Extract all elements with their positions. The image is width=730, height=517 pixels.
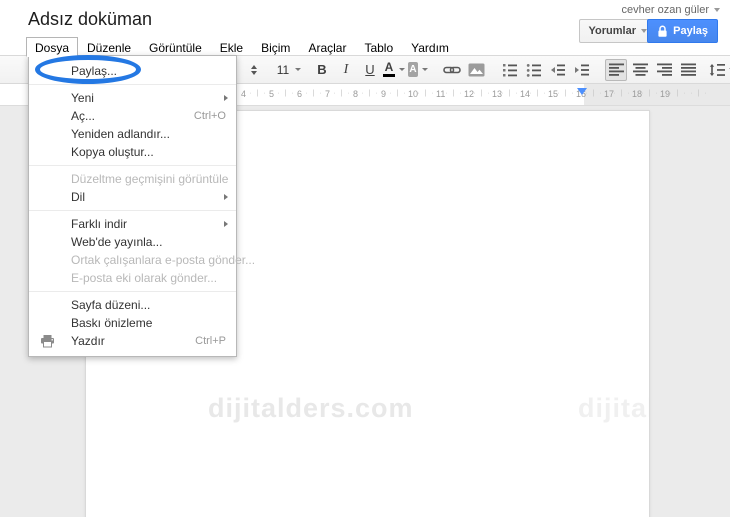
menubar-item-goruntule[interactable]: Görüntüle [140,37,211,59]
bold-button[interactable]: B [311,59,333,81]
menubar-item-tablo[interactable]: Tablo [355,37,402,59]
menu-item-shortcut: Ctrl+O [193,110,226,122]
toolbar-stepper-icon[interactable] [243,59,265,81]
account-name: cevher ozan güler [621,4,709,16]
text-color-button[interactable]: A [383,59,405,81]
comments-button-label: Yorumlar [588,25,636,37]
increase-indent-icon [574,63,590,77]
menubar-item-araclar[interactable]: Araçlar [299,37,355,59]
menu-item-ac[interactable]: Aç... Ctrl+O [29,107,236,125]
menu-item-sayfa-duzeni[interactable]: Sayfa düzeni... [29,296,236,314]
menu-item-label: Kopya oluştur... [71,145,154,159]
document-title[interactable]: Adsız doküman [28,9,152,30]
align-center-icon [632,63,648,76]
numbered-list-button[interactable] [499,59,521,81]
submenu-arrow-icon [224,94,228,101]
insert-image-button[interactable] [465,59,487,81]
menu-item-paylas[interactable]: Paylaş... [29,62,236,80]
menu-item-label: Düzeltme geçmişini görüntüle [71,172,229,186]
line-spacing-icon [709,63,725,77]
highlight-color-icon: A [408,62,418,77]
ruler-margin-marker[interactable] [577,88,587,95]
watermark-text: dijitalders.com [578,393,650,423]
insert-link-button[interactable] [441,59,463,81]
line-spacing-button[interactable] [709,59,730,81]
align-right-icon [656,63,672,76]
menu-item-label: Web'de yayınla... [71,235,163,249]
chevron-down-icon [422,68,428,71]
image-icon [468,63,485,77]
text-color-icon: A [383,61,395,77]
menu-item-label: Ortak çalışanlara e-posta gönder... [71,253,256,267]
chevron-down-icon [295,68,301,71]
bullet-list-button[interactable] [523,59,545,81]
increase-indent-button[interactable] [571,59,593,81]
menu-item-yazdir[interactable]: Yazdır Ctrl+P [29,332,236,350]
submenu-arrow-icon [224,220,228,227]
menu-item-webde-yayinla[interactable]: Web'de yayınla... [29,233,236,251]
menubar-item-bicim[interactable]: Biçim [252,37,299,59]
menu-item-label: Yazdır [71,334,105,348]
link-icon [443,63,461,77]
font-size-dropdown[interactable]: 11 [276,59,301,81]
menu-item-label: Aç... [71,109,96,123]
menu-item-label: Sayfa düzeni... [71,298,151,312]
align-left-button[interactable] [605,58,627,81]
menu-item-dil[interactable]: Dil [29,188,236,206]
chevron-down-icon [714,8,720,12]
menu-item-yeni[interactable]: Yeni [29,89,236,107]
menu-item-baski-onizleme[interactable]: Baskı önizleme [29,314,236,332]
highlight-color-button[interactable]: A [407,59,429,81]
menu-item-label: E-posta eki olarak gönder... [71,271,218,285]
menubar-item-dosya[interactable]: Dosya [26,37,79,57]
google-docs-window: cevher ozan güler Adsız doküman Yorumlar… [0,0,730,517]
chevron-down-icon [641,29,647,33]
menubar-item-duzenle[interactable]: Düzenle [78,37,140,59]
menu-item-label: Dil [71,190,85,204]
bullet-list-icon [526,63,542,77]
printer-icon [40,334,55,348]
decrease-indent-button[interactable] [547,59,569,81]
account-menu[interactable]: cevher ozan güler [622,4,720,16]
decrease-indent-icon [550,63,566,77]
menu-item-label: Baskı önizleme [71,316,153,330]
align-right-button[interactable] [653,59,675,81]
menu-item-label: Paylaş... [71,64,118,78]
menu-item-farkli-indir[interactable]: Farklı indir [29,215,236,233]
menu-item-kopya-olustur[interactable]: Kopya oluştur... [29,143,236,161]
numbered-list-icon [502,63,518,77]
menu-item-duzeltme-gecmisi: Düzeltme geçmişini görüntüle [29,170,236,188]
justify-icon [680,63,696,76]
share-button[interactable]: Paylaş [647,19,718,43]
menu-item-label: Farklı indir [71,217,128,231]
underline-button[interactable]: U [359,59,381,81]
watermark-text: dijitalders.com [208,393,414,423]
menu-separator [29,165,236,166]
menubar-item-yardim[interactable]: Yardım [402,37,458,59]
share-button-label: Paylaş [673,25,708,37]
menu-separator [29,291,236,292]
menu-item-label: Yeniden adlandır... [71,127,170,141]
lock-icon [657,25,668,38]
menu-separator [29,210,236,211]
menu-item-label: Yeni [71,91,94,105]
menu-item-ortak-calisanlara-eposta: Ortak çalışanlara e-posta gönder... [29,251,255,269]
menubar: Dosya Düzenle Görüntüle Ekle Biçim Araçl… [26,37,458,59]
menu-item-yeniden-adlandir[interactable]: Yeniden adlandır... [29,125,236,143]
chevron-down-icon [399,68,405,71]
file-menu: Paylaş... Yeni Aç... Ctrl+O Yeniden adla… [28,55,255,357]
menu-separator [29,84,236,85]
font-size-value: 11 [276,62,290,77]
menu-item-shortcut: Ctrl+P [195,335,226,347]
comments-button[interactable]: Yorumlar [578,19,657,43]
menubar-item-ekle[interactable]: Ekle [211,37,252,59]
justify-button[interactable] [677,59,699,81]
align-left-icon [608,63,624,76]
ruler-track: 4 · | · 5 · | · 6 · | · 7 · | · 8 · | · 9 · | · 10 · | · 11 · | · 12 · | · 1… [240,89,707,99]
italic-button[interactable]: I [335,59,357,81]
align-center-button[interactable] [629,59,651,81]
submenu-arrow-icon [224,193,228,200]
menu-item-eposta-eki: E-posta eki olarak gönder... [29,269,236,287]
